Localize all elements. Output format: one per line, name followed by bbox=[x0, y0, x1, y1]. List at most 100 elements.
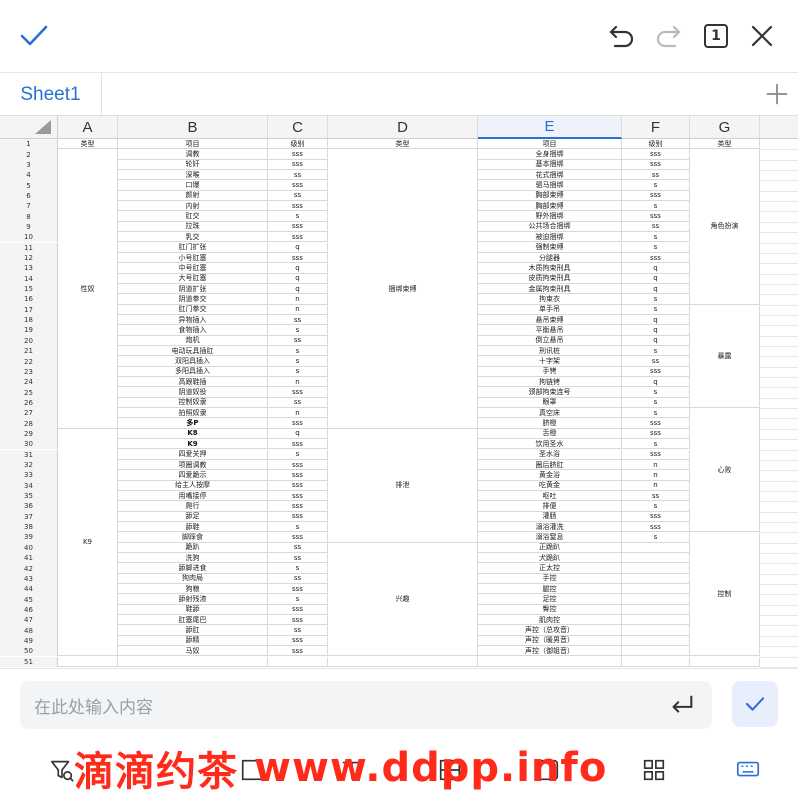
cell-input[interactable]: 在此处输入内容 bbox=[20, 681, 712, 729]
cell-f[interactable]: sss bbox=[622, 211, 690, 222]
cell-e[interactable]: 正太控 bbox=[478, 563, 622, 574]
cell-e[interactable]: 肌肉控 bbox=[478, 615, 622, 626]
row-header[interactable]: 47 bbox=[0, 615, 58, 626]
cell-e[interactable]: 皮质拘束刑具 bbox=[478, 273, 622, 284]
cell-c[interactable]: s bbox=[268, 325, 328, 336]
cell-e[interactable]: 正跪趴 bbox=[478, 542, 622, 553]
merged-cell-g-group1[interactable]: 角色扮演 bbox=[690, 149, 760, 305]
cell-b[interactable]: 拉珠 bbox=[118, 221, 268, 233]
cell-f[interactable] bbox=[622, 584, 690, 595]
cell-b[interactable]: 阴道拳交 bbox=[118, 294, 268, 305]
confirm-check-icon[interactable] bbox=[16, 18, 52, 54]
cell-f[interactable]: n bbox=[622, 470, 690, 481]
select-all-corner[interactable] bbox=[0, 116, 58, 139]
cell-f[interactable] bbox=[622, 604, 690, 616]
row-header[interactable]: 14 bbox=[0, 273, 58, 284]
cell-c[interactable]: sss bbox=[268, 459, 328, 471]
column-header-c[interactable]: C bbox=[268, 116, 328, 139]
cell-f[interactable]: s bbox=[622, 387, 690, 398]
cell-f[interactable]: ss bbox=[622, 490, 690, 502]
row-header[interactable]: 23 bbox=[0, 366, 58, 378]
cell-c[interactable]: s bbox=[268, 211, 328, 222]
cell-c[interactable]: ss bbox=[268, 335, 328, 346]
row-header[interactable]: 1 bbox=[0, 139, 58, 150]
cell-e[interactable]: 强制束缚 bbox=[478, 242, 622, 253]
enter-key-icon[interactable] bbox=[664, 689, 700, 721]
merged-cell-d-group3[interactable]: 兴趣 bbox=[328, 542, 478, 657]
cell-b[interactable]: 异物插入 bbox=[118, 314, 268, 326]
cell-f[interactable]: sss bbox=[622, 418, 690, 429]
cell-b[interactable]: 调教 bbox=[118, 149, 268, 160]
cell-c[interactable]: sss bbox=[268, 532, 328, 543]
cell-b[interactable]: 洗狗 bbox=[118, 553, 268, 564]
cell-f[interactable]: q bbox=[622, 273, 690, 284]
row-header[interactable]: 12 bbox=[0, 252, 58, 264]
row-header[interactable]: 10 bbox=[0, 232, 58, 243]
cell-c[interactable]: sss bbox=[268, 221, 328, 233]
cell-e[interactable]: 分腿器 bbox=[478, 252, 622, 264]
row-header[interactable]: 4 bbox=[0, 170, 58, 181]
undo-icon[interactable] bbox=[604, 18, 640, 54]
cell-f[interactable]: sss bbox=[622, 428, 690, 440]
row-header[interactable]: 9 bbox=[0, 221, 58, 233]
row-header[interactable]: 48 bbox=[0, 625, 58, 636]
cell-b[interactable] bbox=[118, 656, 268, 667]
cell-b[interactable]: 内射 bbox=[118, 201, 268, 212]
cell-e[interactable]: 公共场合捆绑 bbox=[478, 221, 622, 233]
keyboard-icon[interactable] bbox=[734, 756, 762, 784]
close-icon[interactable] bbox=[744, 18, 780, 54]
cell-f[interactable]: s bbox=[622, 232, 690, 243]
row-header[interactable]: 21 bbox=[0, 346, 58, 357]
cell-f[interactable]: s bbox=[622, 346, 690, 357]
cell-f[interactable]: ss bbox=[622, 356, 690, 367]
cell-b[interactable]: 四爱跪示 bbox=[118, 470, 268, 481]
cell-f[interactable]: sss bbox=[622, 511, 690, 522]
row-header[interactable]: 31 bbox=[0, 449, 58, 460]
cell-b[interactable]: 用嘴接停 bbox=[118, 490, 268, 502]
cell-f[interactable]: s bbox=[622, 397, 690, 409]
column-header-a[interactable]: A bbox=[58, 116, 118, 139]
cell-e[interactable]: 犬跪趴 bbox=[478, 553, 622, 564]
cell-f[interactable]: s bbox=[622, 304, 690, 315]
cell-c[interactable]: ss bbox=[268, 542, 328, 553]
row-header[interactable]: 18 bbox=[0, 314, 58, 326]
row-header[interactable]: 49 bbox=[0, 635, 58, 647]
cell-c[interactable]: sss bbox=[268, 501, 328, 512]
column-header-b[interactable]: B bbox=[118, 116, 268, 139]
cell-f[interactable]: s bbox=[622, 501, 690, 512]
cell-b[interactable]: 狗肉局 bbox=[118, 573, 268, 585]
row-header[interactable]: 8 bbox=[0, 211, 58, 222]
empty-cell[interactable] bbox=[58, 656, 118, 667]
row-header[interactable]: 44 bbox=[0, 584, 58, 595]
cell-c[interactable]: s bbox=[268, 521, 328, 533]
merged-cell-a-group1[interactable]: 性奴 bbox=[58, 149, 118, 429]
cell-f[interactable] bbox=[622, 573, 690, 585]
redo-icon[interactable] bbox=[650, 18, 686, 54]
cell-b[interactable]: 狗粮 bbox=[118, 584, 268, 595]
cell-b[interactable]: 脚踩食 bbox=[118, 532, 268, 543]
cell-f[interactable]: s bbox=[622, 408, 690, 419]
cell-c[interactable]: n bbox=[268, 377, 328, 388]
row-header[interactable]: 25 bbox=[0, 387, 58, 398]
column-header-d[interactable]: D bbox=[328, 116, 478, 139]
cell-c[interactable]: ss bbox=[268, 625, 328, 636]
cell-c[interactable]: ss bbox=[268, 314, 328, 326]
cell-b[interactable]: K9 bbox=[118, 439, 268, 450]
more-apps-icon[interactable] bbox=[640, 756, 668, 784]
cell-b[interactable]: 舔射残渣 bbox=[118, 594, 268, 605]
cell-e[interactable]: 拘链铐 bbox=[478, 377, 622, 388]
cell-e[interactable]: 饮用圣水 bbox=[478, 439, 622, 450]
row-header[interactable]: 39 bbox=[0, 532, 58, 543]
cell-b[interactable]: 舔鞋 bbox=[118, 521, 268, 533]
cell-e[interactable]: 基本捆绑 bbox=[478, 159, 622, 171]
cell-f[interactable] bbox=[622, 542, 690, 553]
cell-b[interactable]: 轮奸 bbox=[118, 159, 268, 171]
row-header[interactable]: 13 bbox=[0, 263, 58, 274]
cell-c[interactable]: s bbox=[268, 356, 328, 367]
row-header[interactable]: 45 bbox=[0, 594, 58, 605]
cell-c[interactable]: ss bbox=[268, 170, 328, 181]
cell-e[interactable]: 吃黄金 bbox=[478, 480, 622, 491]
cell-f[interactable]: sss bbox=[622, 252, 690, 264]
row-header[interactable]: 38 bbox=[0, 521, 58, 533]
cell-b[interactable]: 舔脚进食 bbox=[118, 563, 268, 574]
